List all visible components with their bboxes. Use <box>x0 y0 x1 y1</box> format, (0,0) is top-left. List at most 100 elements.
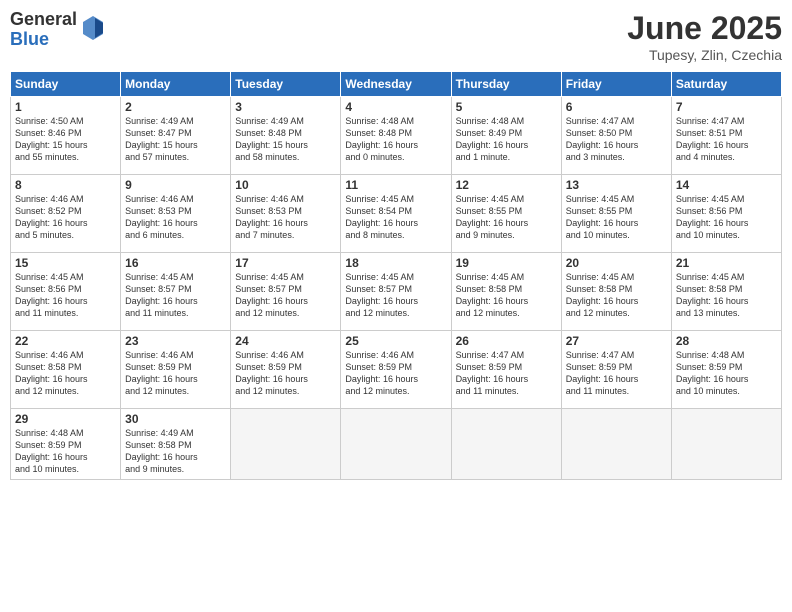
day-info: Sunrise: 4:45 AM Sunset: 8:58 PM Dayligh… <box>456 271 557 320</box>
day-number: 14 <box>676 178 777 192</box>
day-number: 24 <box>235 334 336 348</box>
month-title: June 2025 <box>627 10 782 47</box>
day-number: 17 <box>235 256 336 270</box>
table-row: 20Sunrise: 4:45 AM Sunset: 8:58 PM Dayli… <box>561 253 671 331</box>
day-info: Sunrise: 4:45 AM Sunset: 8:56 PM Dayligh… <box>15 271 116 320</box>
day-info: Sunrise: 4:45 AM Sunset: 8:57 PM Dayligh… <box>125 271 226 320</box>
logo: General Blue <box>10 10 105 50</box>
calendar-row: 22Sunrise: 4:46 AM Sunset: 8:58 PM Dayli… <box>11 331 782 409</box>
day-number: 1 <box>15 100 116 114</box>
table-row: 9Sunrise: 4:46 AM Sunset: 8:53 PM Daylig… <box>121 175 231 253</box>
logo-general: General <box>10 10 77 30</box>
day-info: Sunrise: 4:46 AM Sunset: 8:59 PM Dayligh… <box>345 349 446 398</box>
day-info: Sunrise: 4:46 AM Sunset: 8:58 PM Dayligh… <box>15 349 116 398</box>
calendar-row: 29Sunrise: 4:48 AM Sunset: 8:59 PM Dayli… <box>11 409 782 480</box>
table-row: 15Sunrise: 4:45 AM Sunset: 8:56 PM Dayli… <box>11 253 121 331</box>
day-number: 3 <box>235 100 336 114</box>
day-info: Sunrise: 4:45 AM Sunset: 8:54 PM Dayligh… <box>345 193 446 242</box>
day-number: 19 <box>456 256 557 270</box>
table-row: 14Sunrise: 4:45 AM Sunset: 8:56 PM Dayli… <box>671 175 781 253</box>
logo-icon <box>81 14 105 42</box>
table-row: 7Sunrise: 4:47 AM Sunset: 8:51 PM Daylig… <box>671 97 781 175</box>
day-number: 30 <box>125 412 226 426</box>
day-number: 15 <box>15 256 116 270</box>
day-info: Sunrise: 4:45 AM Sunset: 8:55 PM Dayligh… <box>456 193 557 242</box>
table-row: 28Sunrise: 4:48 AM Sunset: 8:59 PM Dayli… <box>671 331 781 409</box>
day-info: Sunrise: 4:48 AM Sunset: 8:59 PM Dayligh… <box>15 427 116 476</box>
table-row: 10Sunrise: 4:46 AM Sunset: 8:53 PM Dayli… <box>231 175 341 253</box>
calendar-row: 1Sunrise: 4:50 AM Sunset: 8:46 PM Daylig… <box>11 97 782 175</box>
day-number: 7 <box>676 100 777 114</box>
col-sunday: Sunday <box>11 72 121 97</box>
table-row <box>231 409 341 480</box>
day-number: 11 <box>345 178 446 192</box>
day-number: 9 <box>125 178 226 192</box>
day-info: Sunrise: 4:45 AM Sunset: 8:57 PM Dayligh… <box>345 271 446 320</box>
day-number: 27 <box>566 334 667 348</box>
day-info: Sunrise: 4:45 AM Sunset: 8:58 PM Dayligh… <box>566 271 667 320</box>
day-info: Sunrise: 4:45 AM Sunset: 8:55 PM Dayligh… <box>566 193 667 242</box>
calendar-row: 15Sunrise: 4:45 AM Sunset: 8:56 PM Dayli… <box>11 253 782 331</box>
day-number: 10 <box>235 178 336 192</box>
logo-text: General Blue <box>10 10 77 50</box>
day-info: Sunrise: 4:46 AM Sunset: 8:53 PM Dayligh… <box>235 193 336 242</box>
table-row: 26Sunrise: 4:47 AM Sunset: 8:59 PM Dayli… <box>451 331 561 409</box>
table-row: 19Sunrise: 4:45 AM Sunset: 8:58 PM Dayli… <box>451 253 561 331</box>
table-row: 5Sunrise: 4:48 AM Sunset: 8:49 PM Daylig… <box>451 97 561 175</box>
day-number: 6 <box>566 100 667 114</box>
day-info: Sunrise: 4:48 AM Sunset: 8:49 PM Dayligh… <box>456 115 557 164</box>
day-number: 20 <box>566 256 667 270</box>
day-info: Sunrise: 4:49 AM Sunset: 8:58 PM Dayligh… <box>125 427 226 476</box>
table-row: 13Sunrise: 4:45 AM Sunset: 8:55 PM Dayli… <box>561 175 671 253</box>
page: General Blue June 2025 Tupesy, Zlin, Cze… <box>0 0 792 612</box>
day-info: Sunrise: 4:47 AM Sunset: 8:50 PM Dayligh… <box>566 115 667 164</box>
table-row: 3Sunrise: 4:49 AM Sunset: 8:48 PM Daylig… <box>231 97 341 175</box>
table-row <box>671 409 781 480</box>
col-monday: Monday <box>121 72 231 97</box>
day-number: 18 <box>345 256 446 270</box>
logo-blue: Blue <box>10 30 77 50</box>
day-info: Sunrise: 4:45 AM Sunset: 8:57 PM Dayligh… <box>235 271 336 320</box>
table-row: 18Sunrise: 4:45 AM Sunset: 8:57 PM Dayli… <box>341 253 451 331</box>
table-row: 8Sunrise: 4:46 AM Sunset: 8:52 PM Daylig… <box>11 175 121 253</box>
col-saturday: Saturday <box>671 72 781 97</box>
table-row <box>561 409 671 480</box>
day-info: Sunrise: 4:49 AM Sunset: 8:47 PM Dayligh… <box>125 115 226 164</box>
table-row: 2Sunrise: 4:49 AM Sunset: 8:47 PM Daylig… <box>121 97 231 175</box>
col-wednesday: Wednesday <box>341 72 451 97</box>
table-row: 22Sunrise: 4:46 AM Sunset: 8:58 PM Dayli… <box>11 331 121 409</box>
calendar-row: 8Sunrise: 4:46 AM Sunset: 8:52 PM Daylig… <box>11 175 782 253</box>
day-number: 13 <box>566 178 667 192</box>
day-number: 21 <box>676 256 777 270</box>
day-info: Sunrise: 4:50 AM Sunset: 8:46 PM Dayligh… <box>15 115 116 164</box>
day-info: Sunrise: 4:47 AM Sunset: 8:51 PM Dayligh… <box>676 115 777 164</box>
day-number: 5 <box>456 100 557 114</box>
day-number: 2 <box>125 100 226 114</box>
day-info: Sunrise: 4:48 AM Sunset: 8:59 PM Dayligh… <box>676 349 777 398</box>
table-row <box>341 409 451 480</box>
table-row: 17Sunrise: 4:45 AM Sunset: 8:57 PM Dayli… <box>231 253 341 331</box>
table-row: 4Sunrise: 4:48 AM Sunset: 8:48 PM Daylig… <box>341 97 451 175</box>
day-info: Sunrise: 4:46 AM Sunset: 8:59 PM Dayligh… <box>235 349 336 398</box>
location: Tupesy, Zlin, Czechia <box>627 47 782 63</box>
day-info: Sunrise: 4:46 AM Sunset: 8:52 PM Dayligh… <box>15 193 116 242</box>
col-thursday: Thursday <box>451 72 561 97</box>
table-row: 21Sunrise: 4:45 AM Sunset: 8:58 PM Dayli… <box>671 253 781 331</box>
day-number: 16 <box>125 256 226 270</box>
header: General Blue June 2025 Tupesy, Zlin, Cze… <box>10 10 782 63</box>
day-info: Sunrise: 4:46 AM Sunset: 8:59 PM Dayligh… <box>125 349 226 398</box>
day-info: Sunrise: 4:47 AM Sunset: 8:59 PM Dayligh… <box>456 349 557 398</box>
day-number: 23 <box>125 334 226 348</box>
day-info: Sunrise: 4:49 AM Sunset: 8:48 PM Dayligh… <box>235 115 336 164</box>
day-info: Sunrise: 4:46 AM Sunset: 8:53 PM Dayligh… <box>125 193 226 242</box>
day-info: Sunrise: 4:45 AM Sunset: 8:56 PM Dayligh… <box>676 193 777 242</box>
day-info: Sunrise: 4:45 AM Sunset: 8:58 PM Dayligh… <box>676 271 777 320</box>
table-row: 29Sunrise: 4:48 AM Sunset: 8:59 PM Dayli… <box>11 409 121 480</box>
table-row: 12Sunrise: 4:45 AM Sunset: 8:55 PM Dayli… <box>451 175 561 253</box>
table-row: 16Sunrise: 4:45 AM Sunset: 8:57 PM Dayli… <box>121 253 231 331</box>
table-row: 11Sunrise: 4:45 AM Sunset: 8:54 PM Dayli… <box>341 175 451 253</box>
calendar-table: Sunday Monday Tuesday Wednesday Thursday… <box>10 71 782 480</box>
table-row: 30Sunrise: 4:49 AM Sunset: 8:58 PM Dayli… <box>121 409 231 480</box>
day-number: 4 <box>345 100 446 114</box>
col-friday: Friday <box>561 72 671 97</box>
